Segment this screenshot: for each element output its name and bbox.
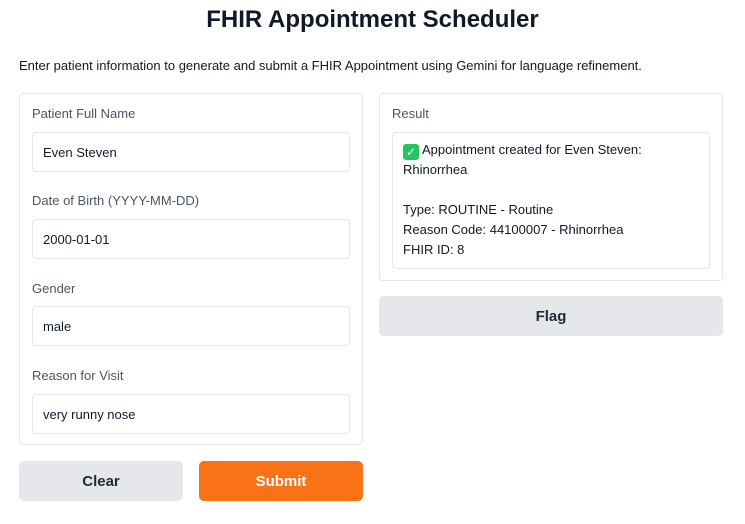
result-reason-code: Reason Code: 44100007 - Rhinorrhea bbox=[403, 222, 624, 237]
result-spacer bbox=[403, 180, 699, 200]
flag-button[interactable]: Flag bbox=[379, 296, 723, 336]
submit-button[interactable]: Submit bbox=[199, 461, 363, 501]
result-panel: Result ✓ Appointment created for Even Ste… bbox=[379, 93, 723, 281]
reason-label: Reason for Visit bbox=[32, 368, 124, 383]
result-fhir-id: FHIR ID: 8 bbox=[403, 242, 465, 257]
patient-name-input[interactable] bbox=[32, 132, 350, 172]
page-description: Enter patient information to generate an… bbox=[19, 58, 642, 73]
gender-input[interactable] bbox=[32, 306, 350, 346]
result-line: ✓ Appointment created for Even Steven: bbox=[403, 140, 699, 160]
result-output[interactable]: ✓ Appointment created for Even Steven: Rh… bbox=[392, 132, 710, 269]
result-label: Result bbox=[392, 106, 429, 121]
dob-label: Date of Birth (YYYY-MM-DD) bbox=[32, 193, 200, 208]
result-condition: Rhinorrhea bbox=[403, 162, 468, 177]
result-message: Appointment created for Even Steven: bbox=[422, 142, 642, 157]
result-type: Type: ROUTINE - Routine bbox=[403, 202, 554, 217]
check-icon: ✓ bbox=[403, 144, 419, 160]
page-title: FHIR Appointment Scheduler bbox=[206, 6, 539, 33]
reason-input[interactable] bbox=[32, 394, 350, 434]
clear-button[interactable]: Clear bbox=[19, 461, 183, 501]
patient-form-panel: Patient Full Name Date of Birth (YYYY-MM… bbox=[19, 93, 363, 445]
gender-label: Gender bbox=[32, 281, 76, 296]
dob-input[interactable] bbox=[32, 219, 350, 259]
patient-name-label: Patient Full Name bbox=[32, 106, 136, 121]
